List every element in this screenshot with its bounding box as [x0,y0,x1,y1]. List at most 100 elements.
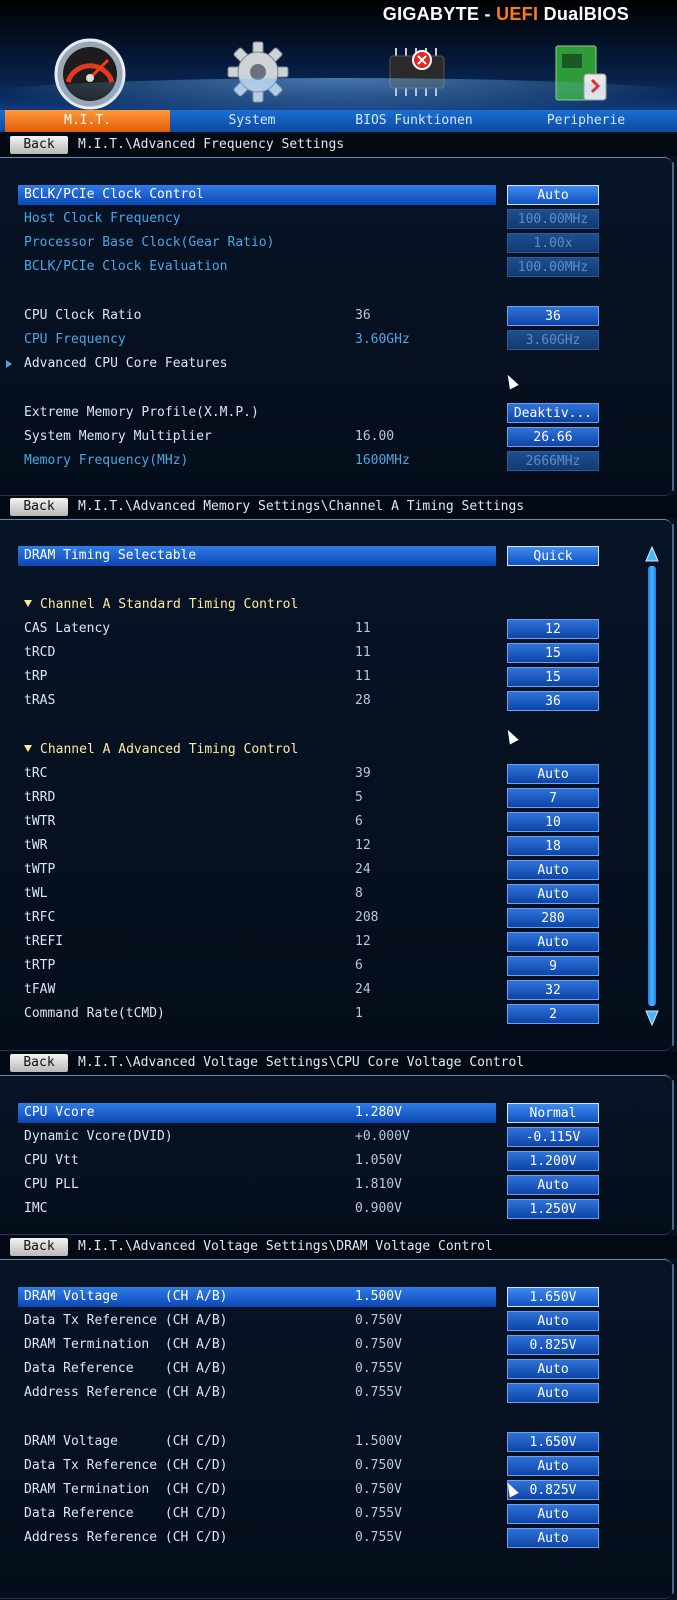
setting-value[interactable]: 1.650V [507,1432,599,1452]
setting-row[interactable]: DRAM Voltage (CH C/D) 1.500V [18,1432,496,1452]
setting-value[interactable]: 36 [507,691,599,711]
setting-label: Address Reference (CH A/B) [24,1385,228,1400]
setting-row[interactable]: tWTP 24 [18,860,496,880]
setting-value[interactable]: 0.825V [507,1335,599,1355]
setting-row[interactable]: DRAM Voltage (CH A/B) 1.500V [18,1287,496,1307]
setting-value[interactable]: -0.115V [507,1127,599,1147]
setting-value[interactable]: Auto [507,1528,599,1548]
setting-row[interactable]: System Memory Multiplier 16.00 [18,427,496,447]
tab-mit[interactable]: M.I.T. [5,110,170,132]
setting-value[interactable]: Auto [507,1456,599,1476]
setting-label: tRC [24,766,48,781]
setting-value[interactable]: 26.66 [507,427,599,447]
setting-value[interactable]: Auto [507,1383,599,1403]
setting-value[interactable]: Auto [507,1311,599,1331]
setting-row[interactable]: tRCD 11 [18,643,496,663]
speedometer-icon[interactable] [52,36,128,112]
back-button[interactable]: Back [10,1238,68,1256]
setting-row[interactable]: Data Tx Reference (CH A/B) 0.750V [18,1311,496,1331]
scroll-down-icon[interactable] [645,1010,659,1026]
setting-row[interactable]: tRP 11 [18,667,496,687]
setting-row[interactable]: tWR 12 [18,836,496,856]
setting-row[interactable]: tRRD 5 [18,788,496,808]
setting-value[interactable]: Normal [507,1103,599,1123]
setting-value[interactable]: 36 [507,306,599,326]
setting-value[interactable]: 0.825V [507,1480,599,1500]
setting-row[interactable]: Address Reference (CH C/D) 0.755V [18,1528,496,1548]
scrollbar-thumb[interactable] [648,566,656,1006]
setting-value[interactable]: Auto [507,1175,599,1195]
setting-value[interactable]: Auto [507,884,599,904]
back-button[interactable]: Back [10,498,68,516]
setting-value[interactable]: 15 [507,667,599,687]
back-button[interactable]: Back [10,1054,68,1072]
setting-label: Data Reference (CH C/D) [24,1506,228,1521]
setting-row[interactable]: tRAS 28 [18,691,496,711]
setting-row[interactable]: tFAW 24 [18,980,496,1000]
tab-bios-features[interactable]: BIOS Funktionen [334,110,494,132]
setting-row[interactable]: tWL 8 [18,884,496,904]
setting-value[interactable]: Auto [507,764,599,784]
settings-panel: DRAM Voltage (CH A/B) 1.500V 1.650V Data… [0,1259,674,1599]
current-value: 0.755V [355,1506,402,1521]
setting-row[interactable]: DRAM Termination (CH A/B) 0.750V [18,1335,496,1355]
setting-value[interactable]: Quick [507,546,599,566]
back-button[interactable]: Back [10,136,68,154]
setting-row[interactable]: CPU Clock Ratio 36 [18,306,496,326]
setting-row[interactable]: tRFC 208 [18,908,496,928]
setting-value[interactable]: 2 [507,1004,599,1024]
setting-row[interactable]: tRC 39 [18,764,496,784]
setting-label: DRAM Termination (CH A/B) [24,1337,228,1352]
scrollbar[interactable] [645,546,659,1026]
setting-value[interactable]: 10 [507,812,599,832]
setting-row[interactable]: Data Tx Reference (CH C/D) 0.750V [18,1456,496,1476]
tab-peripherals[interactable]: Peripherie [496,110,676,132]
setting-value[interactable]: Auto [507,185,599,205]
setting-row[interactable]: Host Clock Frequency [18,209,496,229]
setting-row[interactable]: Processor Base Clock(Gear Ratio) [18,233,496,253]
setting-value[interactable]: 18 [507,836,599,856]
setting-value[interactable]: 1.650V [507,1287,599,1307]
setting-row[interactable]: tREFI 12 [18,932,496,952]
setting-value[interactable]: 1.200V [507,1151,599,1171]
setting-value[interactable]: Auto [507,860,599,880]
setting-row[interactable]: CAS Latency 11 [18,619,496,639]
setting-value[interactable]: 1.250V [507,1199,599,1219]
setting-row[interactable]: tWTR 6 [18,812,496,832]
setting-row[interactable]: CPU PLL 1.810V [18,1175,496,1195]
tab-system[interactable]: System [172,110,332,132]
submenu-link[interactable]: Advanced CPU Core Features [6,354,496,374]
setting-row[interactable]: Data Reference (CH C/D) 0.755V [18,1504,496,1524]
setting-value[interactable]: 9 [507,956,599,976]
setting-row[interactable]: DRAM Termination (CH C/D) 0.750V [18,1480,496,1500]
setting-value[interactable]: 15 [507,643,599,663]
setting-row[interactable]: Dynamic Vcore(DVID) +0.000V [18,1127,496,1147]
setting-row[interactable]: Command Rate(tCMD) 1 [18,1004,496,1024]
setting-value[interactable]: Auto [507,1359,599,1379]
setting-row[interactable]: tRTP 6 [18,956,496,976]
setting-label: DRAM Voltage (CH C/D) [24,1434,228,1449]
setting-value[interactable]: Auto [507,932,599,952]
setting-value[interactable]: Auto [507,1504,599,1524]
setting-value[interactable]: 280 [507,908,599,928]
setting-value[interactable]: 32 [507,980,599,1000]
setting-value[interactable]: 12 [507,619,599,639]
setting-row[interactable]: CPU Vcore 1.280V [18,1103,496,1123]
setting-row[interactable]: Data Reference (CH A/B) 0.755V [18,1359,496,1379]
gear-icon[interactable] [226,40,290,108]
peripheral-card-icon[interactable] [548,40,612,110]
setting-row[interactable]: Memory Frequency(MHz) 1600MHz [18,451,496,471]
setting-row[interactable]: BCLK/PCIe Clock Evaluation [18,257,496,277]
setting-value[interactable]: 7 [507,788,599,808]
setting-row[interactable]: CPU Frequency 3.60GHz [18,330,496,350]
setting-row[interactable]: BCLK/PCIe Clock Control [18,185,496,205]
chip-icon[interactable] [382,42,452,106]
setting-row[interactable]: CPU Vtt 1.050V [18,1151,496,1171]
setting-value[interactable]: Deaktiv... [507,403,599,423]
setting-row[interactable]: Address Reference (CH A/B) 0.755V [18,1383,496,1403]
setting-row[interactable]: DRAM Timing Selectable [18,546,496,566]
setting-row[interactable]: IMC 0.900V [18,1199,496,1219]
scroll-up-icon[interactable] [645,546,659,562]
setting-row[interactable]: Extreme Memory Profile(X.M.P.) [18,403,496,423]
brand-accent: UEFI [496,4,539,24]
